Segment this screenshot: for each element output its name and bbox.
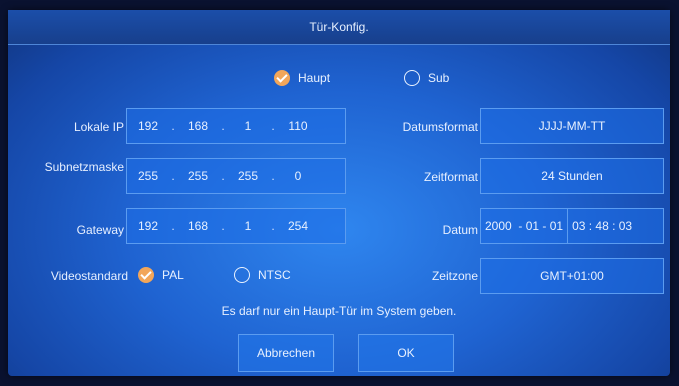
- gateway-octet: 168: [187, 219, 209, 233]
- subnet-octet: 255: [137, 169, 159, 183]
- radio-ntsc-label: NTSC: [258, 268, 291, 282]
- video-standard-label: Videostandard: [50, 269, 128, 283]
- local-ip-input[interactable]: 192. 168. 1. 110: [126, 108, 346, 144]
- ip-octet: 168: [187, 119, 209, 133]
- date-time-input[interactable]: 2000 - 01 - 01 03 : 48 : 03: [480, 208, 664, 244]
- subnet-octet: 255: [237, 169, 259, 183]
- time-format-select[interactable]: 24 Stunden: [480, 158, 664, 194]
- radio-sub[interactable]: Sub: [404, 70, 449, 86]
- subnet-octet: 255: [187, 169, 209, 183]
- radio-haupt[interactable]: Haupt: [274, 70, 330, 86]
- gateway-input[interactable]: 192. 168. 1. 254: [126, 208, 346, 244]
- subnet-input[interactable]: 255. 255. 255. 0: [126, 158, 346, 194]
- gateway-octet: 192: [137, 219, 159, 233]
- cancel-button[interactable]: Abbrechen: [238, 334, 334, 372]
- time-format-label: Zeitformat: [423, 170, 478, 184]
- subnet-octet: 0: [294, 169, 302, 183]
- radio-haupt-label: Haupt: [298, 71, 331, 85]
- radio-ntsc[interactable]: NTSC: [234, 267, 291, 283]
- date-format-label: Datumsformat: [402, 120, 478, 134]
- timezone-label: Zeitzone: [431, 269, 478, 283]
- local-ip-label: Lokale IP: [73, 120, 124, 134]
- subnet-label: Subnetzmaske: [44, 160, 124, 174]
- time-value[interactable]: 03 : 48 : 03: [572, 219, 632, 233]
- unchecked-radio-icon: [404, 70, 420, 86]
- ip-octet: 192: [137, 119, 159, 133]
- dialog-title: Tür-Konfig.: [8, 10, 670, 45]
- date-format-select[interactable]: JJJJ-MM-TT: [480, 108, 664, 144]
- unchecked-radio-icon: [234, 267, 250, 283]
- config-dialog: Tür-Konfig. Haupt Sub Lokale IP Subnetzm…: [8, 10, 670, 376]
- info-note: Es darf nur ein Haupt-Tür im System gebe…: [221, 304, 457, 318]
- radio-sub-label: Sub: [428, 71, 450, 85]
- radio-pal-label: PAL: [162, 268, 184, 282]
- date-label: Datum: [442, 223, 478, 237]
- ip-octet: 1: [244, 119, 252, 133]
- timezone-select[interactable]: GMT+01:00: [480, 258, 664, 294]
- date-value[interactable]: 2000 - 01 - 01: [485, 219, 563, 233]
- ip-octet: 110: [288, 119, 308, 133]
- gateway-label: Gateway: [76, 223, 124, 237]
- checked-radio-icon: [138, 267, 154, 283]
- ok-button[interactable]: OK: [358, 334, 454, 372]
- radio-pal[interactable]: PAL: [138, 267, 184, 283]
- gateway-octet: 1: [244, 219, 252, 233]
- gateway-octet: 254: [287, 219, 309, 233]
- checked-radio-icon: [274, 70, 290, 86]
